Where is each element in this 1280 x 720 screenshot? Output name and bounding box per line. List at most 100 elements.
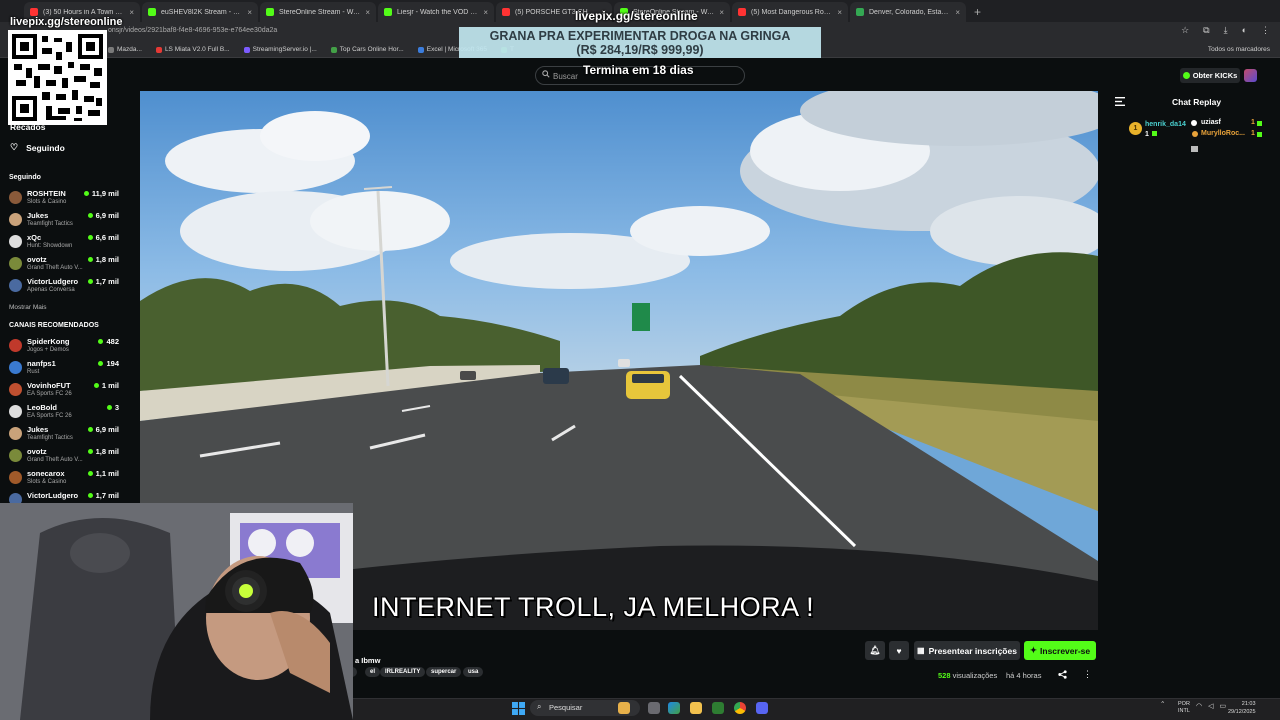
channel-item[interactable]: SpiderKong Jogos + Demos 482 xyxy=(9,336,121,358)
viewer-count: 1,8 mil xyxy=(95,447,119,456)
chat-sub-icon xyxy=(1152,131,1157,136)
bookmark-item[interactable]: Top Cars Online Hor... xyxy=(330,46,404,53)
subscribe-button[interactable]: ✦ Inscrever-se xyxy=(1024,641,1096,660)
webcam-image xyxy=(0,503,353,720)
chat-count: 1 xyxy=(1145,131,1149,138)
url-text[interactable]: onsjr/videos/2921baf8-f4e8-4696-953e-e76… xyxy=(108,27,277,34)
extensions-icon[interactable]: ⧉ xyxy=(1203,25,1209,36)
windows-start-icon[interactable] xyxy=(512,702,525,715)
chevron-up-icon[interactable]: ⌃ xyxy=(1160,700,1165,708)
channel-item[interactable]: Jukes Teamfight Tactics 6,9 mil xyxy=(9,424,121,446)
excel-icon[interactable] xyxy=(712,702,724,714)
close-tab-icon[interactable]: × xyxy=(483,8,488,17)
star-icon: ✦ xyxy=(1029,645,1038,655)
wifi-icon[interactable]: ◠ xyxy=(1196,702,1202,710)
chrome-icon[interactable] xyxy=(734,702,746,714)
channel-item[interactable]: sonecarox Slots & Casino 1,1 mil xyxy=(9,468,121,490)
channel-name: ROSHTEIN xyxy=(27,189,66,198)
notifications-button[interactable]: 🔔︎ xyxy=(865,641,885,660)
keyboard-language[interactable]: POR INTL xyxy=(1178,701,1190,715)
show-more-link[interactable]: Mostrar Mais xyxy=(9,304,47,311)
browser-tab[interactable]: Denver, Colorado, Estados Unid × xyxy=(850,2,966,22)
get-kicks-button[interactable]: Obter KICKs xyxy=(1180,68,1240,83)
channel-item[interactable]: ROSHTEIN Slots & Casino 11,9 mil xyxy=(9,188,121,210)
profile-icon[interactable]: ◐ xyxy=(1242,25,1247,36)
channel-item[interactable]: VovinhoFUT EA Sports FC 26 1 mil xyxy=(9,380,121,402)
viewer-count: 3 xyxy=(114,403,119,412)
live-dot-icon xyxy=(87,471,93,476)
bookmark-item[interactable]: StreamingServer.io |... xyxy=(243,46,317,53)
view-count-number: 528 xyxy=(938,671,951,680)
clock[interactable]: 21:03 29/12/2025 xyxy=(1228,700,1256,716)
channel-category: Grand Theft Auto V... xyxy=(27,457,83,463)
browser-tab[interactable]: (5) Most Dangerous Road? Sco × xyxy=(732,2,848,22)
file-explorer-icon[interactable] xyxy=(690,702,702,714)
tag-chip[interactable]: el xyxy=(365,667,381,677)
browser-tab[interactable]: StereOnline Stream - Watch Liv × xyxy=(260,2,376,22)
gift-icon: ▦ xyxy=(917,646,925,655)
close-tab-icon[interactable]: × xyxy=(129,8,134,17)
task-view-icon[interactable] xyxy=(648,702,660,714)
channel-item[interactable]: ovotz Grand Theft Auto V... 1,8 mil xyxy=(9,446,121,468)
downloads-icon[interactable]: ⤓ xyxy=(1224,25,1228,36)
close-tab-icon[interactable]: × xyxy=(247,8,252,17)
chat-username[interactable]: uziasf xyxy=(1201,119,1221,126)
tag-chip[interactable]: supercar xyxy=(426,667,462,677)
channel-item[interactable]: xQc Hunt: Showdown 6,6 mil xyxy=(9,232,121,254)
channel-avatar xyxy=(9,235,22,248)
close-tab-icon[interactable]: × xyxy=(719,8,724,17)
bookmark-icon xyxy=(417,46,424,53)
volume-icon[interactable]: ◁ xyxy=(1208,702,1213,710)
sidebar-item-following[interactable]: ♡ Seguindo xyxy=(10,142,65,153)
close-tab-icon[interactable]: × xyxy=(365,8,370,17)
widgets-icon[interactable] xyxy=(618,702,630,714)
channel-item[interactable]: VictorLudgero Apenas Conversa 1,7 mil xyxy=(9,276,121,298)
new-tab-icon[interactable]: + xyxy=(968,5,987,22)
chat-count: 1 xyxy=(1251,130,1255,137)
more-options-icon[interactable]: ⋮ xyxy=(1083,669,1092,680)
gift-subs-button[interactable]: ▦ Presentear inscrições xyxy=(914,641,1020,660)
tag-chip[interactable]: IRLREALITY xyxy=(380,667,426,677)
browser-tab[interactable]: Liesjr - Watch the VOD on Kick × xyxy=(378,2,494,22)
tab-title: euSHEV8I2K Stream - Watch Liv xyxy=(161,8,243,16)
share-icon[interactable] xyxy=(1058,670,1067,679)
chat-title: Chat Replay xyxy=(1172,97,1222,107)
avatar[interactable] xyxy=(1244,69,1257,82)
battery-icon[interactable]: ▭ xyxy=(1220,702,1227,710)
bookmark-item[interactable]: LS Miata V2.0 Full B... xyxy=(155,46,230,53)
channel-item[interactable]: LeoBold EA Sports FC 26 3 xyxy=(9,402,121,424)
discord-icon[interactable] xyxy=(756,702,768,714)
collapse-chat-icon[interactable] xyxy=(1115,97,1125,106)
menu-icon[interactable]: ⋮ xyxy=(1261,25,1270,36)
chat-user-icon xyxy=(1192,131,1198,137)
bookmark-item[interactable]: Mazda... xyxy=(108,46,142,53)
browser-tab[interactable]: euSHEV8I2K Stream - Watch Liv × xyxy=(142,2,258,22)
star-icon[interactable]: ☆ xyxy=(1181,25,1189,36)
chat-scroll-icon[interactable] xyxy=(1191,146,1198,152)
live-dot-icon xyxy=(87,427,93,432)
live-dot-icon xyxy=(83,191,89,196)
channel-viewers: 1,8 mil xyxy=(87,255,119,264)
live-dot-icon xyxy=(87,493,93,498)
all-bookmarks[interactable]: Todos os marcadores xyxy=(1208,46,1270,53)
channel-item[interactable]: Jukes Teamfight Tactics 6,9 mil xyxy=(9,210,121,232)
channel-name: VictorLudgero xyxy=(27,491,79,500)
channel-viewers: 1,1 mil xyxy=(87,469,119,478)
channel-avatar xyxy=(9,213,22,226)
live-dot-icon xyxy=(98,361,104,366)
tab-favicon-icon xyxy=(266,8,274,16)
webcam-feed xyxy=(0,503,353,720)
tag-chip[interactable]: usa xyxy=(463,667,484,677)
language-code: POR xyxy=(1178,701,1190,707)
chat-username[interactable]: MurylloRoc... xyxy=(1201,130,1245,137)
close-tab-icon[interactable]: × xyxy=(837,8,842,17)
chat-count: 1 xyxy=(1251,119,1255,126)
copilot-icon[interactable] xyxy=(668,702,680,714)
follow-button[interactable]: ♥ xyxy=(889,641,909,660)
channel-item[interactable]: nanfps1 Rust 194 xyxy=(9,358,121,380)
tab-title: Liesjr - Watch the VOD on Kick xyxy=(397,8,479,16)
channel-item[interactable]: ovotz Grand Theft Auto V... 1,8 mil xyxy=(9,254,121,276)
close-tab-icon[interactable]: × xyxy=(955,8,960,17)
chat-username[interactable]: henrik_da14 xyxy=(1145,121,1186,128)
chat-sub-icon xyxy=(1257,121,1262,126)
